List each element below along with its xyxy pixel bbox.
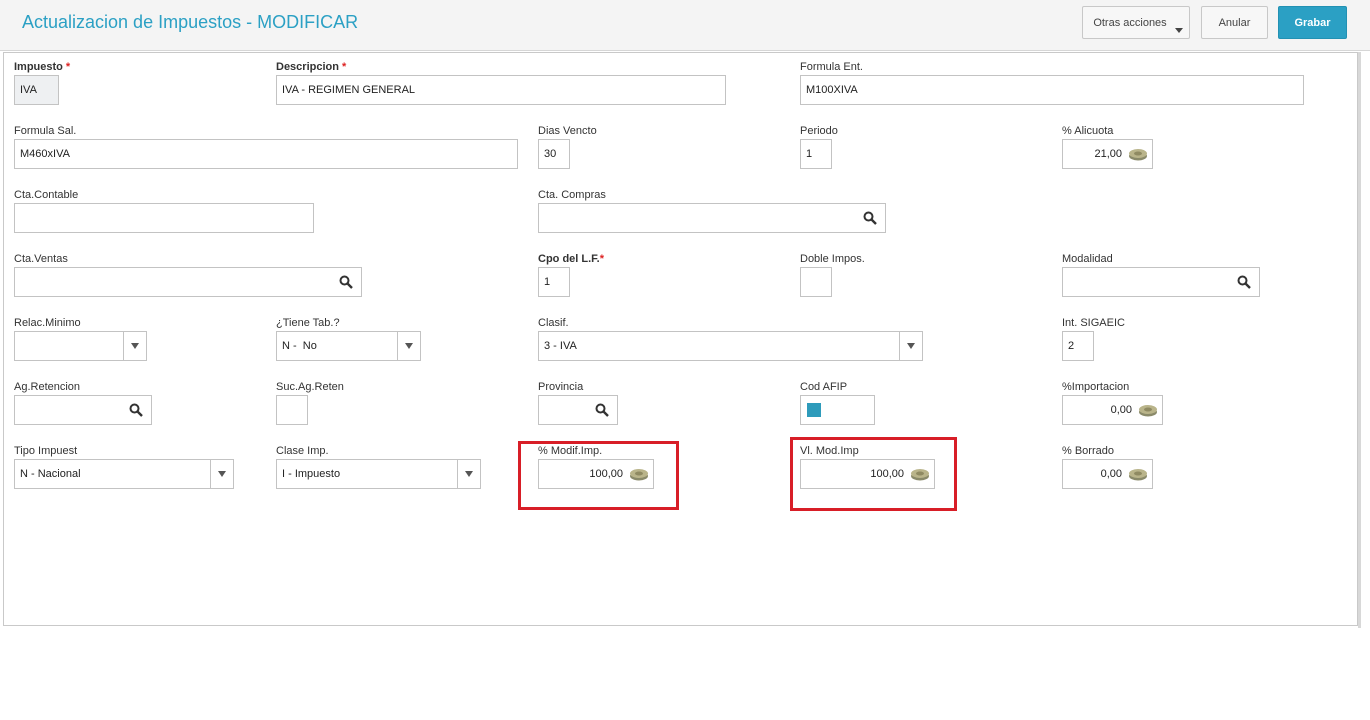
cta-contable-field[interactable]	[14, 203, 314, 233]
borrado-value: 0,00	[1100, 468, 1122, 480]
tipo-impuest-value: N - Nacional	[20, 468, 81, 480]
cpo-lf-label: Cpo del L.F.*	[538, 253, 605, 265]
relac-minimo-select[interactable]	[14, 331, 147, 361]
money-icon	[1139, 405, 1157, 417]
chevron-down-icon	[1175, 28, 1183, 33]
borrado-label: % Borrado	[1062, 445, 1114, 457]
dropdown-arrow-icon[interactable]	[210, 460, 233, 488]
dias-vencto-label: Dias Vencto	[538, 125, 597, 137]
importacion-label: %Importacion	[1062, 381, 1130, 393]
int-sigaeic-field[interactable]: 2	[1062, 331, 1094, 361]
alicuota-value: 21,00	[1094, 148, 1122, 160]
tiene-tab-select[interactable]: N - No	[276, 331, 421, 361]
money-icon	[1129, 149, 1147, 161]
alicuota-field[interactable]: 21,00	[1062, 139, 1153, 169]
ag-retencion-field[interactable]	[14, 395, 152, 425]
borrado-field[interactable]: 0,00	[1062, 459, 1153, 489]
search-icon[interactable]	[129, 403, 143, 417]
provincia-label: Provincia	[538, 381, 584, 393]
cod-afip-label: Cod AFIP	[800, 381, 848, 393]
relac-minimo-label: Relac.Minimo	[14, 317, 81, 329]
clasif-label: Clasif.	[538, 317, 569, 329]
header-bar: Actualizacion de Impuestos - MODIFICAR O…	[0, 0, 1370, 51]
search-icon[interactable]	[1237, 275, 1251, 289]
suc-ag-reten-label: Suc.Ag.Reten	[276, 381, 344, 393]
provincia-field[interactable]	[538, 395, 618, 425]
money-icon	[1129, 469, 1147, 481]
cod-afip-field[interactable]	[800, 395, 875, 425]
dropdown-arrow-icon[interactable]	[899, 332, 922, 360]
dropdown-arrow-icon[interactable]	[457, 460, 480, 488]
more-actions-label: Otras acciones	[1093, 16, 1167, 29]
formula-ent-label: Formula Ent.	[800, 61, 863, 73]
doble-impos-field[interactable]	[800, 267, 832, 297]
clase-imp-select[interactable]: I - Impuesto	[276, 459, 481, 489]
formula-sal-field[interactable]: M460xIVA	[14, 139, 518, 169]
cta-compras-field[interactable]	[538, 203, 886, 233]
search-icon[interactable]	[595, 403, 609, 417]
tipo-impuest-label: Tipo Impuest	[14, 445, 78, 457]
impuesto-label: Impuesto *	[14, 61, 71, 73]
tiene-tab-value: N - No	[282, 340, 317, 352]
tiene-tab-label: ¿Tiene Tab.?	[276, 317, 340, 329]
save-button[interactable]: Grabar	[1278, 6, 1347, 39]
clasif-select[interactable]: 3 - IVA	[538, 331, 923, 361]
color-swatch-icon[interactable]	[807, 403, 821, 417]
cta-compras-label: Cta. Compras	[538, 189, 606, 201]
search-icon[interactable]	[863, 211, 877, 225]
more-actions-button[interactable]: Otras acciones	[1082, 6, 1190, 39]
search-icon[interactable]	[339, 275, 353, 289]
formula-sal-label: Formula Sal.	[14, 125, 77, 137]
cpo-lf-field[interactable]: 1	[538, 267, 570, 297]
importacion-value: 0,00	[1110, 404, 1132, 416]
scrollbar[interactable]	[1358, 52, 1361, 628]
modalidad-label: Modalidad	[1062, 253, 1113, 265]
alicuota-label: % Alicuota	[1062, 125, 1114, 137]
clase-imp-label: Clase Imp.	[276, 445, 329, 457]
page-title: Actualizacion de Impuestos - MODIFICAR	[22, 12, 359, 32]
cta-ventas-label: Cta.Ventas	[14, 253, 68, 265]
suc-ag-reten-field[interactable]	[276, 395, 308, 425]
periodo-label: Periodo	[800, 125, 838, 137]
ag-retencion-label: Ag.Retencion	[14, 381, 81, 393]
formula-ent-field[interactable]: M100XIVA	[800, 75, 1304, 105]
int-sigaeic-label: Int. SIGAEIC	[1062, 317, 1125, 329]
periodo-field[interactable]: 1	[800, 139, 832, 169]
descripcion-field[interactable]: IVA - REGIMEN GENERAL	[276, 75, 726, 105]
tipo-impuest-select[interactable]: N - Nacional	[14, 459, 234, 489]
dropdown-arrow-icon[interactable]	[123, 332, 146, 360]
dropdown-arrow-icon[interactable]	[397, 332, 420, 360]
doble-impos-label: Doble Impos.	[800, 253, 865, 265]
clase-imp-value: I - Impuesto	[282, 468, 341, 480]
cta-contable-label: Cta.Contable	[14, 189, 79, 201]
importacion-field[interactable]: 0,00	[1062, 395, 1163, 425]
descripcion-label: Descripcion *	[276, 61, 347, 73]
highlight-box-modif-imp	[518, 441, 679, 510]
impuesto-field[interactable]: IVA	[14, 75, 59, 105]
dias-vencto-field[interactable]: 30	[538, 139, 570, 169]
cancel-button[interactable]: Anular	[1201, 6, 1268, 39]
cta-ventas-field[interactable]	[14, 267, 362, 297]
modalidad-field[interactable]	[1062, 267, 1260, 297]
highlight-box-vl-mod-imp	[790, 437, 957, 511]
clasif-value: 3 - IVA	[544, 340, 577, 352]
